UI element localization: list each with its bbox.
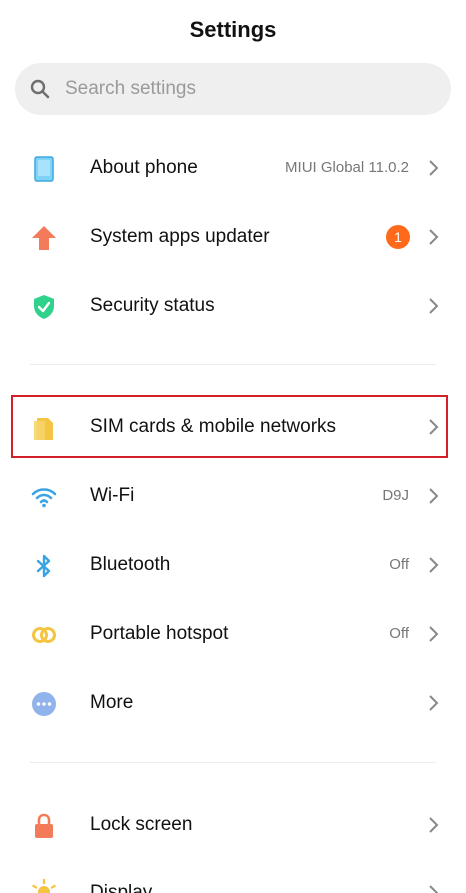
settings-item-system-apps-updater[interactable]: System apps updater 1 <box>0 202 466 271</box>
bluetooth-icon <box>36 554 51 578</box>
settings-item-label: Lock screen <box>90 814 193 835</box>
section-divider <box>30 762 436 763</box>
shield-icon <box>34 295 54 319</box>
settings-item-value: D9J <box>382 487 409 504</box>
settings-item-label: System apps updater <box>90 226 270 247</box>
search-icon <box>30 79 50 99</box>
settings-item-display[interactable]: Display <box>0 858 466 893</box>
page-title: Settings <box>189 17 277 42</box>
settings-item-label: Bluetooth <box>90 554 171 575</box>
settings-item-value: Off <box>389 625 409 642</box>
settings-item-label: Portable hotspot <box>90 623 229 644</box>
wifi-icon <box>31 488 57 508</box>
settings-item-label: Display <box>90 882 153 893</box>
settings-item-wifi[interactable]: Wi-Fi D9J <box>0 461 466 530</box>
settings-item-label: More <box>90 692 134 713</box>
chevron-right-icon <box>429 488 439 504</box>
chevron-right-icon <box>429 626 439 642</box>
chevron-right-icon <box>429 817 439 833</box>
settings-item-security-status[interactable]: Security status <box>0 271 466 340</box>
settings-item-label: Wi-Fi <box>90 485 135 506</box>
settings-item-value: Off <box>389 556 409 573</box>
more-dots-icon <box>32 692 56 716</box>
settings-item-about-phone[interactable]: About phone MIUI Global 11.0.2 <box>0 133 466 202</box>
update-count-badge: 1 <box>386 225 410 249</box>
settings-item-label: Security status <box>90 295 215 316</box>
lock-icon <box>35 813 53 838</box>
settings-item-portable-hotspot[interactable]: Portable hotspot Off <box>0 599 466 668</box>
chevron-right-icon <box>429 160 439 176</box>
settings-item-value: MIUI Global 11.0.2 <box>285 159 409 176</box>
sun-icon <box>32 878 56 893</box>
chevron-right-icon <box>429 557 439 573</box>
chevron-right-icon <box>429 229 439 245</box>
chevron-right-icon <box>429 885 439 893</box>
up-arrow-icon <box>32 226 56 250</box>
search-input[interactable] <box>65 63 435 115</box>
phone-icon <box>34 156 54 182</box>
settings-item-more[interactable]: More <box>0 668 466 737</box>
hotspot-icon <box>32 627 56 643</box>
chevron-right-icon <box>429 298 439 314</box>
search-bar[interactable] <box>15 63 451 115</box>
chevron-right-icon <box>429 695 439 711</box>
highlight-box <box>11 395 448 458</box>
settings-item-lock-screen[interactable]: Lock screen <box>0 790 466 859</box>
settings-item-label: About phone <box>90 157 198 178</box>
settings-item-bluetooth[interactable]: Bluetooth Off <box>0 530 466 599</box>
section-divider <box>30 364 436 365</box>
